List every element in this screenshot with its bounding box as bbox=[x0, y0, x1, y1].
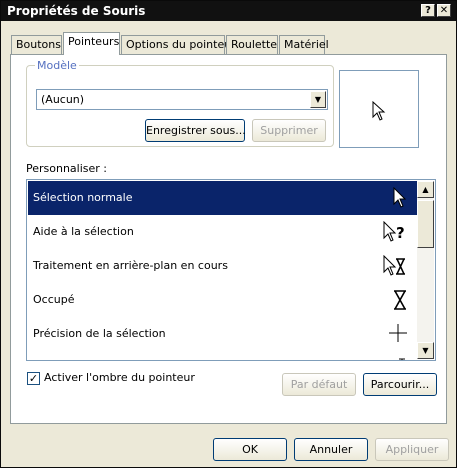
svg-text:?: ? bbox=[396, 224, 405, 242]
scheme-group-label: Modèle bbox=[35, 59, 79, 72]
list-item-label: Précision de la sélection bbox=[33, 327, 166, 340]
list-item-label: Aide à la sélection bbox=[33, 225, 134, 238]
default-button[interactable]: Par défaut bbox=[282, 373, 356, 396]
tab-boutons[interactable]: Boutons bbox=[11, 35, 62, 54]
list-item-label: Traitement en arrière-plan en cours bbox=[33, 259, 228, 272]
list-item-label: Occupé bbox=[33, 293, 75, 306]
customize-label: Personnaliser : bbox=[26, 162, 108, 175]
save-as-button[interactable]: Enregistrer sous... bbox=[145, 119, 246, 142]
scroll-down-icon[interactable]: ▼ bbox=[417, 342, 434, 359]
ok-button[interactable]: OK bbox=[213, 438, 287, 461]
scroll-thumb[interactable] bbox=[417, 200, 434, 248]
chevron-down-icon[interactable]: ▼ bbox=[310, 91, 326, 108]
tab-roulette[interactable]: Roulette bbox=[226, 35, 278, 54]
scroll-up-icon[interactable]: ▲ bbox=[417, 181, 434, 198]
tab-pointeurs[interactable]: Pointeurs bbox=[63, 32, 120, 55]
list-item-label: Sélection normale bbox=[33, 191, 133, 204]
close-button[interactable]: ✕ bbox=[437, 4, 451, 17]
apply-button[interactable]: Appliquer bbox=[375, 438, 449, 461]
mouse-properties-dialog: Propriétés de Souris ? ✕ Boutons Pointeu… bbox=[0, 0, 457, 468]
title-bar: Propriétés de Souris ? ✕ bbox=[1, 1, 456, 21]
shadow-checkbox-label: Activer l'ombre du pointeur bbox=[44, 371, 195, 384]
list-item[interactable]: Traitement en arrière-plan en cours bbox=[28, 249, 417, 283]
window-title: Propriétés de Souris bbox=[7, 4, 146, 18]
working-in-background-cursor-icon bbox=[383, 255, 405, 276]
shadow-checkbox[interactable]: ✓ bbox=[27, 372, 40, 385]
scheme-dropdown-value: (Aucun) bbox=[41, 93, 85, 106]
cursor-preview bbox=[339, 70, 419, 148]
list-scrollbar[interactable]: ▲ ▼ bbox=[417, 181, 434, 359]
tab-materiel[interactable]: Matériel bbox=[279, 35, 329, 54]
arrow-cursor-icon bbox=[393, 187, 407, 208]
list-item[interactable]: Occupé bbox=[28, 283, 417, 317]
cursor-list[interactable]: Sélection normale Aide à la sélection ? … bbox=[26, 179, 436, 361]
list-item[interactable]: Précision de la sélection bbox=[28, 317, 417, 351]
text-cursor-icon bbox=[399, 358, 405, 360]
scheme-group: Modèle (Aucun) ▼ Enregistrer sous... Sup… bbox=[26, 59, 334, 147]
tab-options-du-pointeur[interactable]: Options du pointeur bbox=[121, 35, 236, 54]
delete-button[interactable]: Supprimer bbox=[252, 119, 326, 142]
hourglass-icon bbox=[394, 290, 406, 310]
cancel-button[interactable]: Annuler bbox=[294, 438, 368, 461]
list-item[interactable]: Sélection normale bbox=[28, 181, 417, 215]
scheme-dropdown[interactable]: (Aucun) ▼ bbox=[36, 89, 328, 110]
pointers-tab-panel: Modèle (Aucun) ▼ Enregistrer sous... Sup… bbox=[10, 54, 447, 424]
list-item[interactable]: Aide à la sélection ? bbox=[28, 215, 417, 249]
arrow-cursor-icon bbox=[372, 101, 386, 121]
crosshair-icon bbox=[389, 324, 407, 342]
browse-button[interactable]: Parcourir... bbox=[363, 373, 437, 396]
help-cursor-icon: ? bbox=[383, 221, 405, 242]
list-item[interactable] bbox=[28, 351, 417, 360]
help-button[interactable]: ? bbox=[421, 4, 435, 17]
